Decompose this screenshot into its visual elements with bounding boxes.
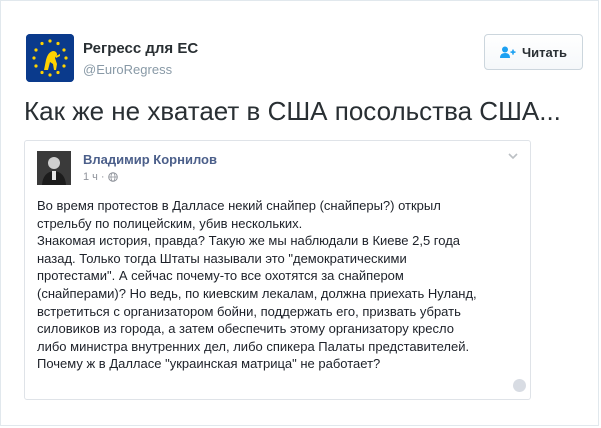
user-handle[interactable]: @EuroRegress <box>83 62 172 77</box>
globe-icon <box>107 172 118 182</box>
post-line: протестами". А сейчас почему-то все охот… <box>37 268 404 284</box>
profile-avatar[interactable] <box>26 34 74 82</box>
quoted-author-avatar[interactable] <box>37 151 71 185</box>
chat-bubble-icon[interactable] <box>513 379 526 392</box>
eu-regress-logo-icon <box>26 34 74 82</box>
tweet-text: Как же не хватает в США посольства США..… <box>24 96 561 126</box>
add-user-icon <box>499 46 516 58</box>
quoted-post-meta: 1 ч · <box>83 171 118 183</box>
post-line: либо министра внутренних дел, либо спике… <box>37 338 470 354</box>
post-line: Почему ж в Далласе "украинская матрица" … <box>37 356 381 372</box>
quoted-author-name[interactable]: Владимир Корнилов <box>83 152 217 167</box>
follow-button[interactable]: Читать <box>484 34 583 70</box>
follow-button-label: Читать <box>521 44 568 60</box>
quoted-post-body: Во время протестов в Далласе некий снайп… <box>37 197 517 373</box>
display-name[interactable]: Регресс для ЕС <box>83 40 198 57</box>
chevron-down-icon[interactable] <box>508 152 518 160</box>
post-line: назад. Только тогда Штаты называли это "… <box>37 250 407 266</box>
post-line: встретиться с организатором бойни, подде… <box>37 303 461 319</box>
separator-dot: · <box>100 171 105 183</box>
post-line: Во время протестов в Далласе некий снайп… <box>37 198 441 213</box>
person-photo-icon <box>37 151 71 185</box>
post-line: стрельбу по полицейским, убив нескольких… <box>37 215 303 231</box>
post-time[interactable]: 1 ч <box>83 171 98 183</box>
quoted-post-card[interactable]: Владимир Корнилов 1 ч · Во время протест… <box>24 140 531 400</box>
post-line: Знакомая история, правда? Такую же мы на… <box>37 233 461 249</box>
post-line: (снайперами)? Но ведь, по киевским лекал… <box>37 285 477 301</box>
post-line: силовиков из города, а затем обеспечить … <box>37 321 454 337</box>
